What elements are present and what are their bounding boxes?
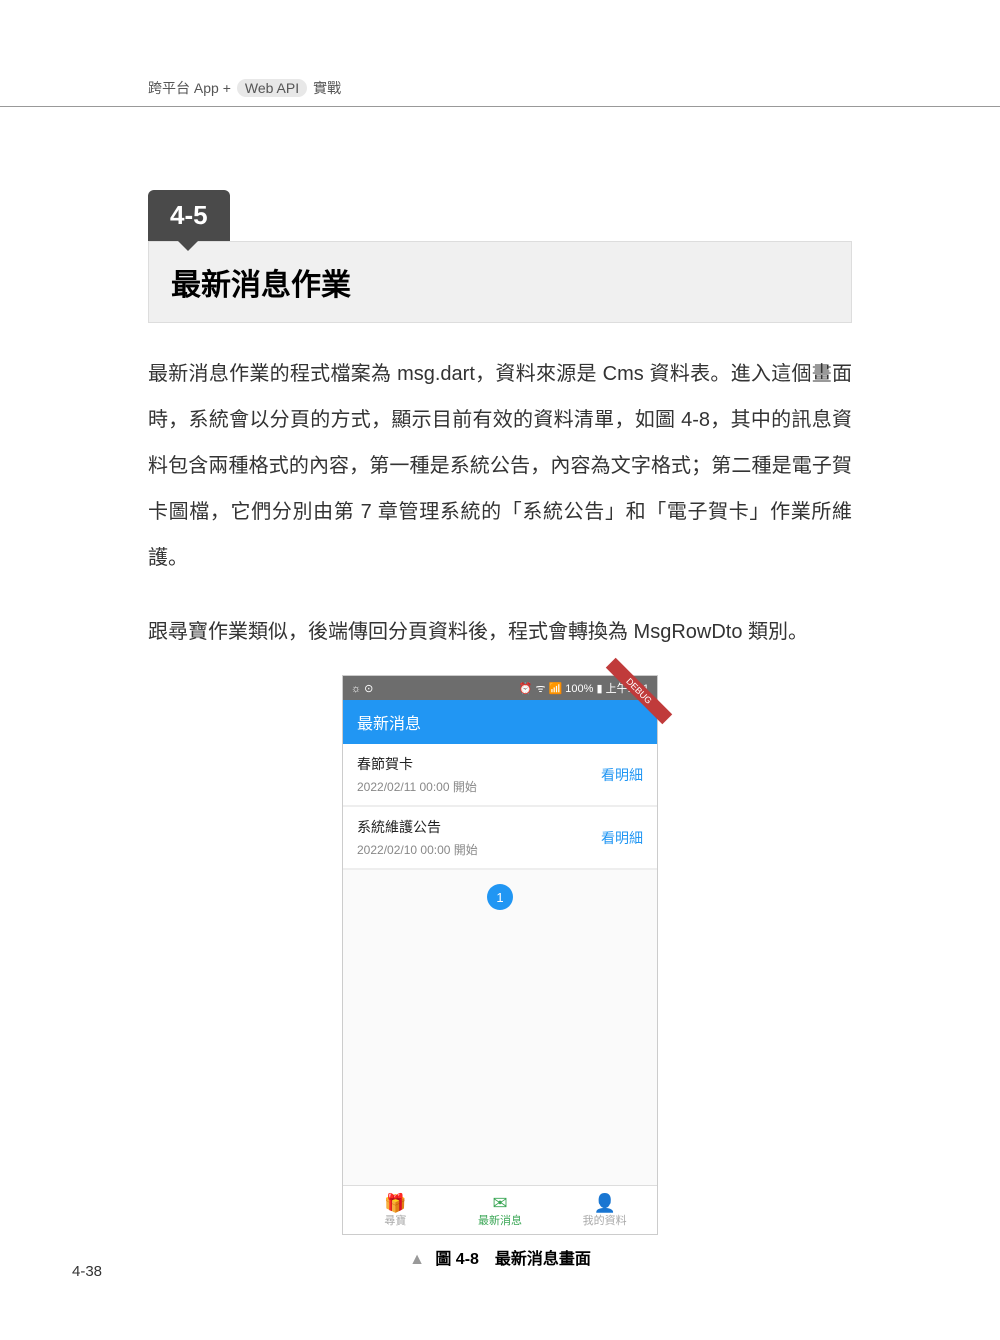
section-title: 最新消息作業	[148, 241, 852, 323]
bottom-nav: 🎁 尋寶 ✉ 最新消息 👤 我的資料	[343, 1185, 657, 1234]
header-right: 實戰	[313, 78, 341, 98]
page-header: 跨平台 App + Web API 實戰	[0, 78, 1000, 107]
bottom-tab-label: 尋寶	[343, 1212, 448, 1228]
page-indicator[interactable]: 1	[487, 884, 513, 910]
list-item-title: 系統維護公告	[357, 817, 478, 837]
pagination-row: 1	[343, 870, 657, 924]
app-bar-title: 最新消息	[343, 700, 657, 744]
list-item-title: 春節賀卡	[357, 754, 477, 774]
list-item[interactable]: 春節賀卡 2022/02/11 00:00 開始 看明細	[343, 744, 657, 807]
section-number-tab: 4-5	[148, 190, 230, 241]
detail-link[interactable]: 看明細	[601, 765, 643, 785]
bottom-tab-profile[interactable]: 👤 我的資料	[552, 1186, 657, 1234]
bottom-tab-label: 我的資料	[552, 1212, 657, 1228]
treasure-icon: 🎁	[343, 1194, 448, 1212]
mail-icon: ✉	[448, 1194, 553, 1212]
list-item-subtitle: 2022/02/11 00:00 開始	[357, 778, 477, 795]
detail-link[interactable]: 看明細	[601, 828, 643, 848]
phone-mockup: ☼ ⊙ ⏰ ᯤ 📶 100% ▮ 上午1:01 DEBUG 最新消息 春節賀卡 …	[342, 675, 658, 1235]
body-paragraph-1: 最新消息作業的程式檔案為 msg.dart，資料來源是 Cms 資料表。進入這個…	[148, 351, 852, 581]
bottom-tab-news[interactable]: ✉ 最新消息	[448, 1186, 553, 1234]
list-item-subtitle: 2022/02/10 00:00 開始	[357, 841, 478, 858]
body-paragraph-2: 跟尋寶作業類似，後端傳回分頁資料後，程式會轉換為 MsgRowDto 類別。	[148, 609, 852, 655]
triangle-up-icon: ▲	[409, 1251, 425, 1268]
page-number: 4-38	[72, 1263, 102, 1280]
list-item[interactable]: 系統維護公告 2022/02/10 00:00 開始 看明細	[343, 807, 657, 870]
figure-caption-text: 圖 4-8 最新消息畫面	[435, 1251, 591, 1268]
status-bar: ☼ ⊙ ⏰ ᯤ 📶 100% ▮ 上午1:01	[343, 676, 657, 700]
status-left-icons: ☼ ⊙	[351, 682, 373, 695]
header-left: 跨平台 App +	[148, 78, 231, 98]
bottom-tab-treasure[interactable]: 🎁 尋寶	[343, 1186, 448, 1234]
person-icon: 👤	[552, 1194, 657, 1212]
figure-caption: ▲ 圖 4-8 最新消息畫面	[148, 1245, 852, 1269]
header-pill: Web API	[237, 79, 307, 97]
bottom-tab-label: 最新消息	[448, 1212, 553, 1228]
